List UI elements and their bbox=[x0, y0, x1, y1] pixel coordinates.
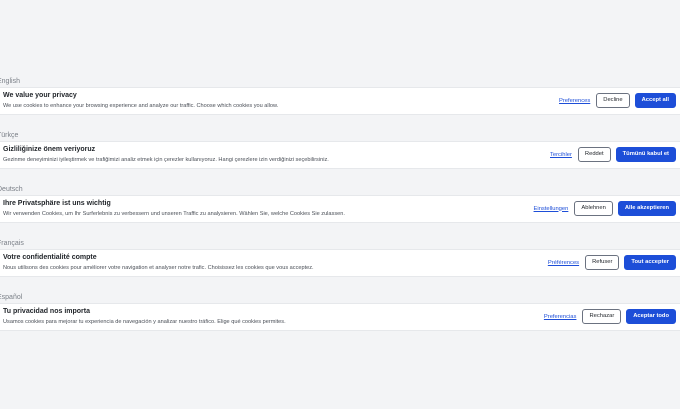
banner-actions: Tercihler Reddet Tümünü kabul et bbox=[550, 147, 676, 162]
decline-button[interactable]: Decline bbox=[596, 93, 630, 108]
language-label: Français bbox=[0, 240, 24, 247]
banner-title: Tu privacidad nos importa bbox=[3, 308, 90, 315]
banner-title: Ihre Privatsphäre ist uns wichtig bbox=[3, 200, 111, 207]
banner-actions: Preferencias Rechazar Aceptar todo bbox=[544, 309, 676, 324]
cookie-banner: We value your privacy We use cookies to … bbox=[0, 87, 680, 115]
language-label: Türkçe bbox=[0, 132, 19, 139]
accept-all-button[interactable]: Accept all bbox=[634, 93, 676, 108]
preferences-link[interactable]: Einstellungen bbox=[534, 206, 569, 212]
preferences-link[interactable]: Tercihler bbox=[550, 152, 572, 158]
preferences-link[interactable]: Preferences bbox=[559, 98, 590, 104]
banner-description: Usamos cookies para mejorar tu experienc… bbox=[3, 319, 286, 325]
cookie-banner: Tu privacidad nos importa Usamos cookies… bbox=[0, 303, 680, 331]
preferences-link[interactable]: Préférences bbox=[548, 260, 579, 266]
accept-all-button[interactable]: Tout accepter bbox=[624, 255, 676, 270]
preferences-link[interactable]: Preferencias bbox=[544, 314, 577, 320]
decline-button[interactable]: Rechazar bbox=[582, 309, 622, 324]
language-label: Deutsch bbox=[0, 186, 23, 193]
banner-actions: Preferences Decline Accept all bbox=[559, 93, 676, 108]
banner-description: Gezinme deneyiminizi iyileştirmek ve tra… bbox=[3, 157, 329, 163]
banner-actions: Préférences Refuser Tout accepter bbox=[548, 255, 676, 270]
decline-button[interactable]: Reddet bbox=[577, 147, 611, 162]
cookie-banner: Votre confidentialité compte Nous utilis… bbox=[0, 249, 680, 277]
accept-all-button[interactable]: Aceptar todo bbox=[626, 309, 676, 324]
language-label: English bbox=[0, 78, 20, 85]
accept-all-button[interactable]: Tümünü kabul et bbox=[615, 147, 676, 162]
accept-all-button[interactable]: Alle akzeptieren bbox=[617, 201, 676, 216]
cookie-banner: Ihre Privatsphäre ist uns wichtig Wir ve… bbox=[0, 195, 680, 223]
cookie-banner: Gizliliğinize önem veriyoruz Gezinme den… bbox=[0, 141, 680, 169]
banner-description: We use cookies to enhance your browsing … bbox=[3, 103, 279, 109]
banner-description: Nous utilisons des cookies pour améliore… bbox=[3, 265, 314, 271]
decline-button[interactable]: Ablehnen bbox=[574, 201, 613, 216]
banner-title: We value your privacy bbox=[3, 92, 77, 99]
language-label: Español bbox=[0, 294, 23, 301]
banner-actions: Einstellungen Ablehnen Alle akzeptieren bbox=[534, 201, 676, 216]
cookie-banner-gallery: English We value your privacy We use coo… bbox=[0, 0, 680, 409]
banner-description: Wir verwenden Cookies, um Ihr Surferlebn… bbox=[3, 211, 345, 217]
banner-title: Gizliliğinize önem veriyoruz bbox=[3, 146, 96, 153]
banner-title: Votre confidentialité compte bbox=[3, 254, 97, 261]
decline-button[interactable]: Refuser bbox=[585, 255, 620, 270]
